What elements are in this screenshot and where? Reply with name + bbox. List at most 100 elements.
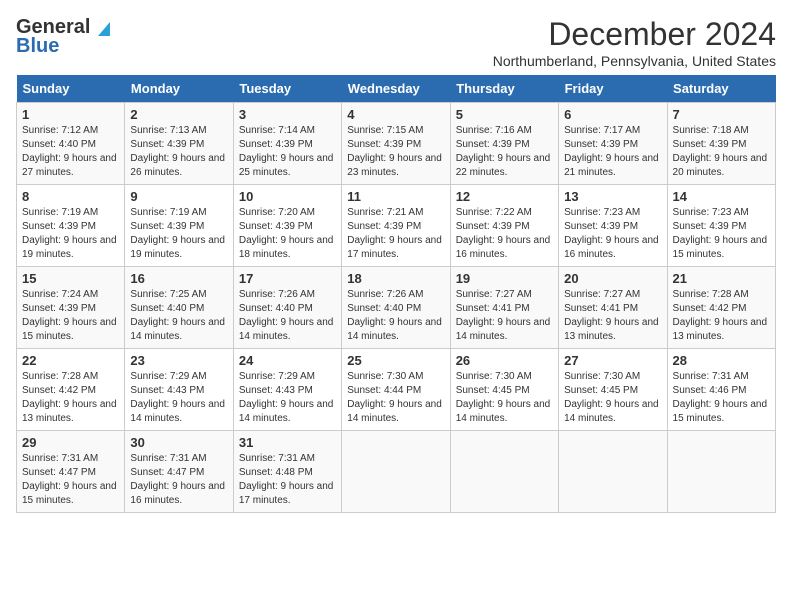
day-info: Sunrise: 7:28 AM Sunset: 4:42 PM Dayligh… [673, 289, 768, 342]
day-cell [450, 431, 558, 513]
day-number: 25 [347, 353, 444, 368]
day-number: 29 [22, 435, 119, 450]
day-info: Sunrise: 7:19 AM Sunset: 4:39 PM Dayligh… [22, 207, 117, 260]
day-info: Sunrise: 7:18 AM Sunset: 4:39 PM Dayligh… [673, 125, 768, 178]
month-year: December 2024 [493, 16, 776, 53]
day-cell: 17 Sunrise: 7:26 AM Sunset: 4:40 PM Dayl… [233, 267, 341, 349]
day-info: Sunrise: 7:28 AM Sunset: 4:42 PM Dayligh… [22, 371, 117, 424]
day-info: Sunrise: 7:27 AM Sunset: 4:41 PM Dayligh… [456, 289, 551, 342]
day-cell: 15 Sunrise: 7:24 AM Sunset: 4:39 PM Dayl… [17, 267, 125, 349]
day-number: 17 [239, 271, 336, 286]
page-header: General Blue December 2024 Northumberlan… [16, 16, 776, 69]
day-cell: 8 Sunrise: 7:19 AM Sunset: 4:39 PM Dayli… [17, 185, 125, 267]
calendar-table: SundayMondayTuesdayWednesdayThursdayFrid… [16, 75, 776, 513]
day-number: 7 [673, 107, 770, 122]
day-cell: 30 Sunrise: 7:31 AM Sunset: 4:47 PM Dayl… [125, 431, 233, 513]
day-number: 19 [456, 271, 553, 286]
day-number: 31 [239, 435, 336, 450]
day-cell: 4 Sunrise: 7:15 AM Sunset: 4:39 PM Dayli… [342, 103, 450, 185]
day-number: 30 [130, 435, 227, 450]
day-number: 28 [673, 353, 770, 368]
day-info: Sunrise: 7:17 AM Sunset: 4:39 PM Dayligh… [564, 125, 659, 178]
week-row-1: 1 Sunrise: 7:12 AM Sunset: 4:40 PM Dayli… [17, 103, 776, 185]
day-cell: 23 Sunrise: 7:29 AM Sunset: 4:43 PM Dayl… [125, 349, 233, 431]
header-cell-wednesday: Wednesday [342, 75, 450, 103]
header-cell-monday: Monday [125, 75, 233, 103]
day-number: 10 [239, 189, 336, 204]
header-cell-saturday: Saturday [667, 75, 775, 103]
week-row-2: 8 Sunrise: 7:19 AM Sunset: 4:39 PM Dayli… [17, 185, 776, 267]
day-info: Sunrise: 7:23 AM Sunset: 4:39 PM Dayligh… [673, 207, 768, 260]
day-cell: 31 Sunrise: 7:31 AM Sunset: 4:48 PM Dayl… [233, 431, 341, 513]
week-row-4: 22 Sunrise: 7:28 AM Sunset: 4:42 PM Dayl… [17, 349, 776, 431]
day-cell: 27 Sunrise: 7:30 AM Sunset: 4:45 PM Dayl… [559, 349, 667, 431]
day-info: Sunrise: 7:16 AM Sunset: 4:39 PM Dayligh… [456, 125, 551, 178]
day-cell: 24 Sunrise: 7:29 AM Sunset: 4:43 PM Dayl… [233, 349, 341, 431]
day-number: 21 [673, 271, 770, 286]
day-info: Sunrise: 7:19 AM Sunset: 4:39 PM Dayligh… [130, 207, 225, 260]
location: Northumberland, Pennsylvania, United Sta… [493, 53, 776, 69]
day-number: 14 [673, 189, 770, 204]
day-number: 8 [22, 189, 119, 204]
day-info: Sunrise: 7:27 AM Sunset: 4:41 PM Dayligh… [564, 289, 659, 342]
day-number: 22 [22, 353, 119, 368]
day-info: Sunrise: 7:30 AM Sunset: 4:45 PM Dayligh… [456, 371, 551, 424]
day-number: 12 [456, 189, 553, 204]
day-cell: 9 Sunrise: 7:19 AM Sunset: 4:39 PM Dayli… [125, 185, 233, 267]
header-cell-thursday: Thursday [450, 75, 558, 103]
header-row: SundayMondayTuesdayWednesdayThursdayFrid… [17, 75, 776, 103]
day-number: 9 [130, 189, 227, 204]
day-cell: 1 Sunrise: 7:12 AM Sunset: 4:40 PM Dayli… [17, 103, 125, 185]
day-cell: 19 Sunrise: 7:27 AM Sunset: 4:41 PM Dayl… [450, 267, 558, 349]
day-number: 2 [130, 107, 227, 122]
logo: General Blue [16, 16, 112, 58]
day-info: Sunrise: 7:15 AM Sunset: 4:39 PM Dayligh… [347, 125, 442, 178]
day-info: Sunrise: 7:22 AM Sunset: 4:39 PM Dayligh… [456, 207, 551, 260]
day-number: 6 [564, 107, 661, 122]
day-cell [342, 431, 450, 513]
logo-icon [92, 18, 112, 38]
day-number: 16 [130, 271, 227, 286]
day-cell: 3 Sunrise: 7:14 AM Sunset: 4:39 PM Dayli… [233, 103, 341, 185]
day-info: Sunrise: 7:26 AM Sunset: 4:40 PM Dayligh… [239, 289, 334, 342]
title-block: December 2024 Northumberland, Pennsylvan… [493, 16, 776, 69]
header-cell-friday: Friday [559, 75, 667, 103]
day-info: Sunrise: 7:25 AM Sunset: 4:40 PM Dayligh… [130, 289, 225, 342]
day-info: Sunrise: 7:26 AM Sunset: 4:40 PM Dayligh… [347, 289, 442, 342]
day-cell: 11 Sunrise: 7:21 AM Sunset: 4:39 PM Dayl… [342, 185, 450, 267]
header-cell-tuesday: Tuesday [233, 75, 341, 103]
day-info: Sunrise: 7:23 AM Sunset: 4:39 PM Dayligh… [564, 207, 659, 260]
day-cell: 14 Sunrise: 7:23 AM Sunset: 4:39 PM Dayl… [667, 185, 775, 267]
day-cell: 18 Sunrise: 7:26 AM Sunset: 4:40 PM Dayl… [342, 267, 450, 349]
logo-blue-text: Blue [16, 35, 59, 58]
day-cell: 10 Sunrise: 7:20 AM Sunset: 4:39 PM Dayl… [233, 185, 341, 267]
day-number: 27 [564, 353, 661, 368]
day-info: Sunrise: 7:20 AM Sunset: 4:39 PM Dayligh… [239, 207, 334, 260]
day-cell: 13 Sunrise: 7:23 AM Sunset: 4:39 PM Dayl… [559, 185, 667, 267]
day-number: 26 [456, 353, 553, 368]
day-info: Sunrise: 7:14 AM Sunset: 4:39 PM Dayligh… [239, 125, 334, 178]
day-info: Sunrise: 7:30 AM Sunset: 4:45 PM Dayligh… [564, 371, 659, 424]
day-number: 5 [456, 107, 553, 122]
day-info: Sunrise: 7:31 AM Sunset: 4:47 PM Dayligh… [130, 453, 225, 506]
day-number: 13 [564, 189, 661, 204]
day-number: 4 [347, 107, 444, 122]
day-number: 15 [22, 271, 119, 286]
day-info: Sunrise: 7:13 AM Sunset: 4:39 PM Dayligh… [130, 125, 225, 178]
day-info: Sunrise: 7:30 AM Sunset: 4:44 PM Dayligh… [347, 371, 442, 424]
day-info: Sunrise: 7:31 AM Sunset: 4:48 PM Dayligh… [239, 453, 334, 506]
day-number: 20 [564, 271, 661, 286]
day-cell [559, 431, 667, 513]
day-cell: 20 Sunrise: 7:27 AM Sunset: 4:41 PM Dayl… [559, 267, 667, 349]
day-cell: 22 Sunrise: 7:28 AM Sunset: 4:42 PM Dayl… [17, 349, 125, 431]
day-info: Sunrise: 7:31 AM Sunset: 4:47 PM Dayligh… [22, 453, 117, 506]
week-row-5: 29 Sunrise: 7:31 AM Sunset: 4:47 PM Dayl… [17, 431, 776, 513]
day-cell: 28 Sunrise: 7:31 AM Sunset: 4:46 PM Dayl… [667, 349, 775, 431]
day-number: 23 [130, 353, 227, 368]
day-info: Sunrise: 7:12 AM Sunset: 4:40 PM Dayligh… [22, 125, 117, 178]
day-number: 3 [239, 107, 336, 122]
day-cell: 2 Sunrise: 7:13 AM Sunset: 4:39 PM Dayli… [125, 103, 233, 185]
day-cell [667, 431, 775, 513]
day-cell: 29 Sunrise: 7:31 AM Sunset: 4:47 PM Dayl… [17, 431, 125, 513]
day-cell: 5 Sunrise: 7:16 AM Sunset: 4:39 PM Dayli… [450, 103, 558, 185]
